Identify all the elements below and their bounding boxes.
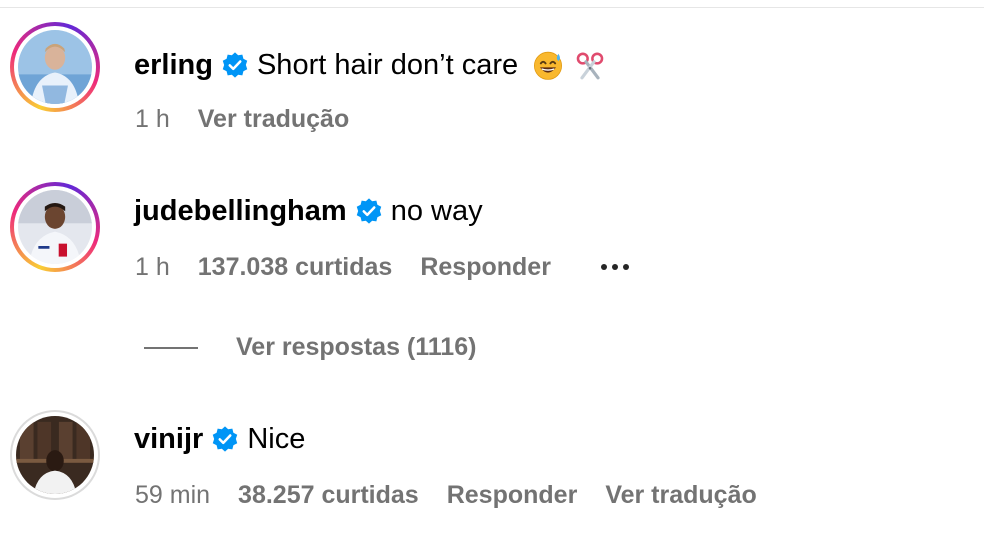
profile-photo-erling (18, 30, 92, 104)
verified-badge-icon (213, 426, 238, 452)
avatar[interactable] (10, 410, 100, 500)
username[interactable]: judebellingham (134, 194, 347, 228)
comment-timestamp: 1 h (135, 105, 170, 133)
reply-button[interactable]: Responder (447, 480, 578, 510)
grinning-sweat-emoji-icon (534, 51, 563, 80)
more-options-icon[interactable] (600, 264, 629, 270)
comment-timestamp: 1 h (135, 253, 170, 281)
translate-link[interactable]: Ver tradução (605, 480, 756, 510)
profile-photo-vinijr (16, 416, 94, 494)
verified-badge-icon (356, 198, 381, 224)
scissors-emoji-icon (576, 52, 604, 80)
replies-dash (144, 346, 198, 349)
translate-link[interactable]: Ver tradução (198, 104, 349, 134)
comment-text: Nice (247, 423, 306, 455)
comment-timestamp: 59 min (135, 481, 211, 509)
avatar[interactable] (10, 182, 100, 272)
likes-count-link[interactable]: 38.257 curtidas (238, 480, 419, 510)
view-replies-button[interactable]: Ver respostas (1116) (144, 333, 476, 362)
username[interactable]: vinijr (134, 422, 203, 456)
likes-count-link[interactable]: 137.038 curtidas (198, 252, 393, 282)
verified-badge-icon (222, 52, 248, 78)
comments-panel: erling Short hair don’t care 1 h Ver tra… (0, 0, 984, 554)
avatar[interactable] (10, 22, 100, 112)
comment-text: no way (390, 195, 483, 227)
profile-photo-judebellingham (18, 190, 92, 264)
reply-button[interactable]: Responder (420, 252, 551, 282)
top-divider (0, 7, 984, 8)
view-replies-label: Ver respostas (1116) (236, 333, 477, 361)
username[interactable]: erling (134, 48, 213, 82)
comment-text: Short hair don’t care (256, 49, 519, 81)
